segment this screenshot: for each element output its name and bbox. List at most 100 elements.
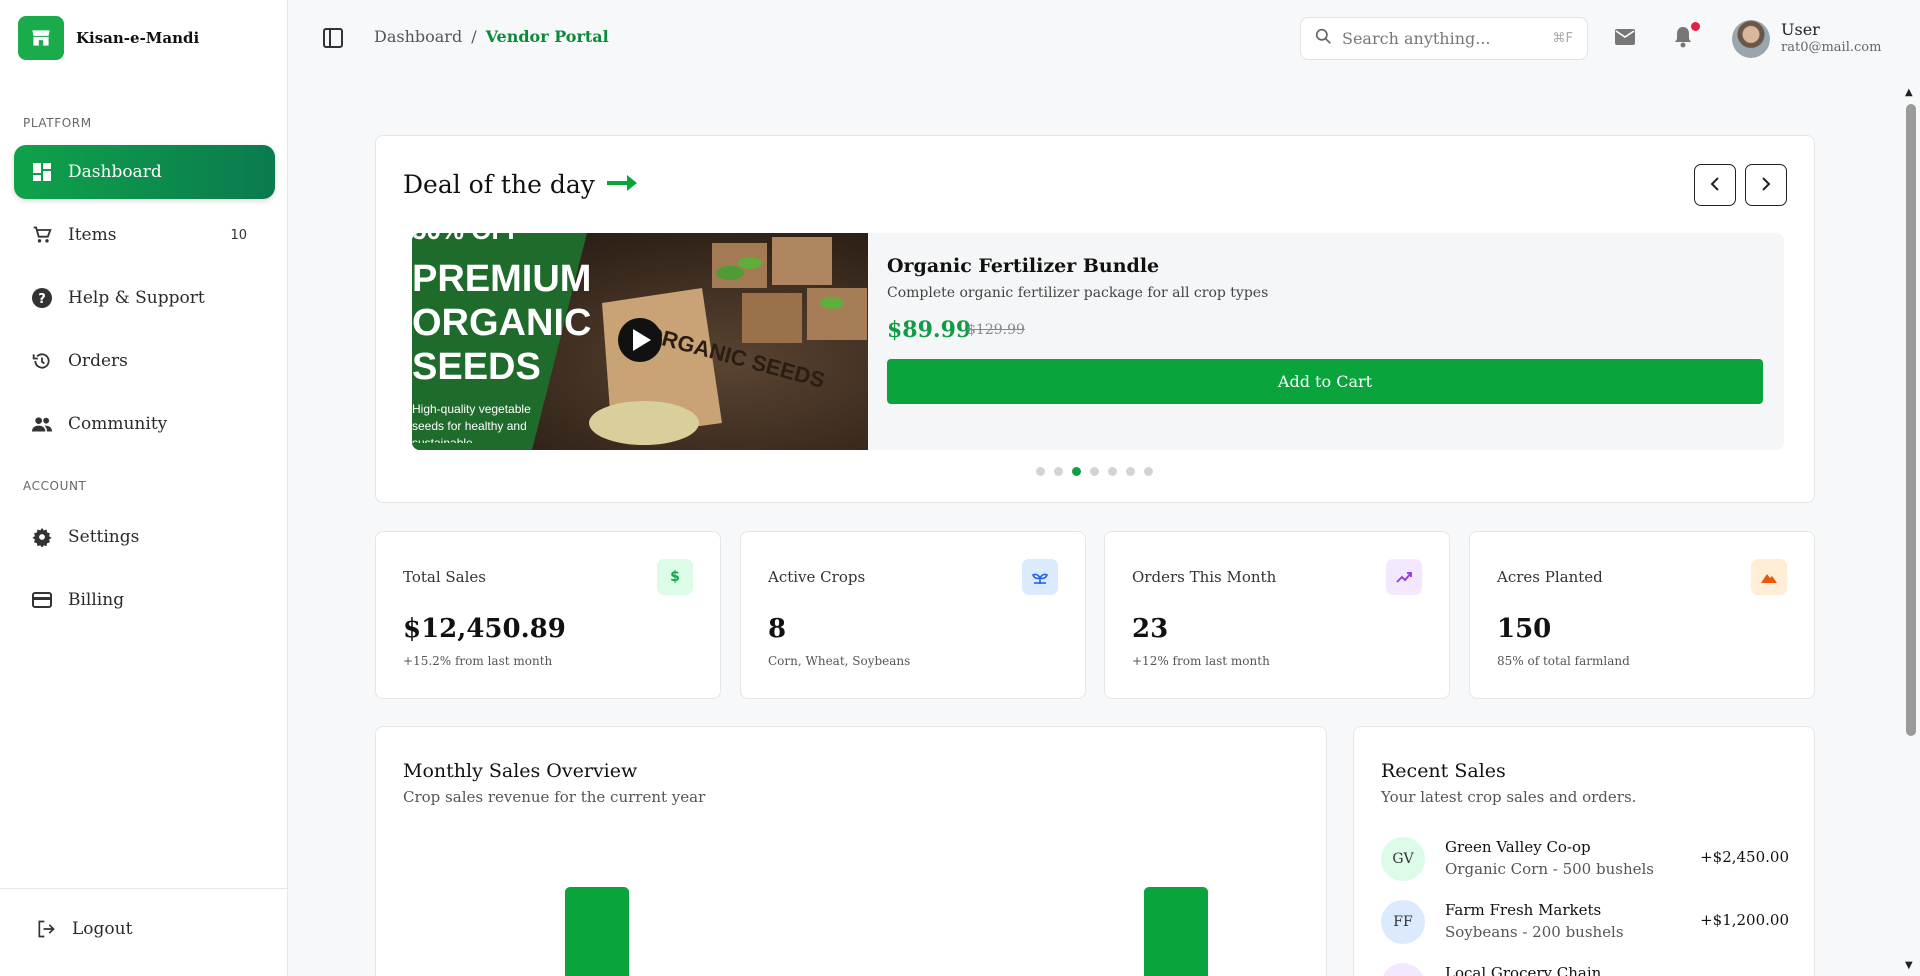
product-name: Organic Fertilizer Bundle xyxy=(887,255,1160,277)
breadcrumb: Dashboard / Vendor Portal xyxy=(374,27,609,46)
search-box[interactable]: ⌘F xyxy=(1300,17,1588,60)
search-input[interactable] xyxy=(1342,29,1532,48)
user-avatar[interactable] xyxy=(1732,20,1770,58)
gear-icon xyxy=(32,527,52,547)
search-icon xyxy=(1315,28,1332,49)
sale-detail: Organic Corn - 500 bushels xyxy=(1445,860,1654,878)
sidebar-item-label: Dashboard xyxy=(68,162,162,182)
sidebar-item-help-support[interactable]: ? Help & Support xyxy=(14,271,275,325)
trending-up-icon xyxy=(1386,559,1422,595)
scroll-up-arrow-icon[interactable]: ▲ xyxy=(1905,87,1913,98)
sidebar-item-community[interactable]: Community xyxy=(14,397,275,451)
sale-row[interactable]: LG Local Grocery Chain xyxy=(1381,963,1789,976)
stat-card-active-crops: Active Crops 8 Corn, Wheat, Soybeans xyxy=(740,531,1086,699)
stat-card-total-sales: Total Sales $ $12,450.89 +15.2% from las… xyxy=(375,531,721,699)
carousel-dot[interactable] xyxy=(1036,467,1045,476)
sidebar-item-label: Help & Support xyxy=(68,288,205,308)
sale-buyer: Farm Fresh Markets xyxy=(1445,901,1602,919)
sale-buyer: Local Grocery Chain xyxy=(1445,964,1602,976)
history-icon xyxy=(32,351,52,371)
sale-avatar: LG xyxy=(1381,963,1425,976)
logout-icon xyxy=(36,919,56,939)
dashboard-icon xyxy=(32,162,52,182)
sale-detail: Soybeans - 200 bushels xyxy=(1445,923,1624,941)
bell-icon[interactable] xyxy=(1674,26,1692,52)
chart-bar[interactable] xyxy=(1144,887,1208,976)
logout-label: Logout xyxy=(72,919,133,939)
user-email: rat0@mail.com xyxy=(1781,40,1882,55)
mail-icon[interactable] xyxy=(1615,29,1635,49)
sidebar-item-orders[interactable]: Orders xyxy=(14,334,275,388)
stat-card-acres-planted: Acres Planted 150 85% of total farmland xyxy=(1469,531,1815,699)
sidebar-item-items[interactable]: Items 10 xyxy=(14,208,275,262)
carousel-next-button[interactable] xyxy=(1745,164,1787,206)
sale-amount: +$1,200.00 xyxy=(1700,911,1789,929)
mountain-icon xyxy=(1751,559,1787,595)
help-icon: ? xyxy=(32,288,52,308)
stat-label: Active Crops xyxy=(768,568,866,586)
recent-sales-title: Recent Sales xyxy=(1381,760,1506,782)
deal-video-thumbnail[interactable]: 50% OFF ORGANIC SEEDS PREMIUM ORGANIC SE… xyxy=(412,233,868,450)
store-logo-icon xyxy=(18,16,64,60)
recent-sales-card: Recent Sales Your latest crop sales and … xyxy=(1353,726,1815,976)
sale-buyer: Green Valley Co-op xyxy=(1445,838,1591,856)
chart-bar[interactable] xyxy=(565,887,629,976)
stat-label: Acres Planted xyxy=(1497,568,1603,586)
carousel-dot[interactable] xyxy=(1090,467,1099,476)
section-label-account: ACCOUNT xyxy=(23,479,87,493)
card-icon xyxy=(32,590,52,610)
deal-title-text: Deal of the day xyxy=(403,170,595,199)
logout-button[interactable]: Logout xyxy=(36,919,132,939)
sale-row[interactable]: FF Farm Fresh Markets Soybeans - 200 bus… xyxy=(1381,900,1789,952)
carousel-dot[interactable] xyxy=(1072,467,1081,476)
stat-card-orders-this-month: Orders This Month 23 +12% from last mont… xyxy=(1104,531,1450,699)
sidebar-toggle-icon[interactable] xyxy=(323,28,343,52)
sprout-icon xyxy=(1022,559,1058,595)
sales-overview-subtitle: Crop sales revenue for the current year xyxy=(403,788,706,806)
breadcrumb-current: Vendor Portal xyxy=(485,27,609,46)
sale-amount: +$2,450.00 xyxy=(1700,848,1789,866)
chevron-left-icon xyxy=(1710,176,1720,194)
stat-value: 23 xyxy=(1132,614,1169,644)
stat-value: $12,450.89 xyxy=(403,614,566,644)
deal-image-offer: 50% OFF xyxy=(412,233,523,245)
sidebar-item-settings[interactable]: Settings xyxy=(14,510,275,564)
carousel-dot[interactable] xyxy=(1108,467,1117,476)
scroll-down-arrow-icon[interactable]: ▼ xyxy=(1905,960,1913,971)
sales-overview-title: Monthly Sales Overview xyxy=(403,760,638,782)
brand[interactable]: Kisan-e-Mandi xyxy=(18,16,199,60)
carousel-dot[interactable] xyxy=(1054,467,1063,476)
breadcrumb-separator: / xyxy=(471,27,477,46)
sidebar: Kisan-e-Mandi PLATFORM Dashboard Items 1… xyxy=(0,0,288,976)
arrow-right-icon xyxy=(606,170,641,199)
stat-note: +12% from last month xyxy=(1132,654,1270,668)
carousel-prev-button[interactable] xyxy=(1694,164,1736,206)
search-shortcut: ⌘F xyxy=(1552,31,1573,46)
sidebar-footer: Logout xyxy=(0,888,288,976)
deal-image-headline: PREMIUM ORGANIC SEEDS xyxy=(412,258,592,388)
deal-image-caption: High-quality vegetable seeds for healthy… xyxy=(412,402,531,443)
sidebar-item-label: Orders xyxy=(68,351,128,371)
carousel-dot[interactable] xyxy=(1126,467,1135,476)
sidebar-item-dashboard[interactable]: Dashboard xyxy=(14,145,275,199)
brand-name: Kisan-e-Mandi xyxy=(76,29,200,47)
stat-value: 8 xyxy=(768,614,787,644)
product-price: $89.99 xyxy=(887,317,972,343)
add-to-cart-button[interactable]: Add to Cart xyxy=(887,359,1763,404)
chevron-right-icon xyxy=(1761,176,1771,194)
user-name: User xyxy=(1781,20,1820,39)
sidebar-item-billing[interactable]: Billing xyxy=(14,573,275,627)
sidebar-item-label: Items xyxy=(68,225,117,245)
sidebar-item-label: Billing xyxy=(68,590,125,610)
breadcrumb-dashboard[interactable]: Dashboard xyxy=(374,27,462,46)
sidebar-item-label: Community xyxy=(68,414,168,434)
section-label-platform: PLATFORM xyxy=(23,116,92,130)
sale-row[interactable]: GV Green Valley Co-op Organic Corn - 500… xyxy=(1381,837,1789,889)
deal-of-the-day-card: Deal of the day 50% OFF xyxy=(375,135,1815,503)
top-header: Dashboard / Vendor Portal ⌘F User rat0@m… xyxy=(289,0,1920,76)
sidebar-item-label: Settings xyxy=(68,527,140,547)
carousel-dots xyxy=(1036,467,1153,476)
carousel-dot[interactable] xyxy=(1144,467,1153,476)
notification-dot xyxy=(1691,22,1700,31)
scroll-thumb[interactable] xyxy=(1906,104,1916,736)
